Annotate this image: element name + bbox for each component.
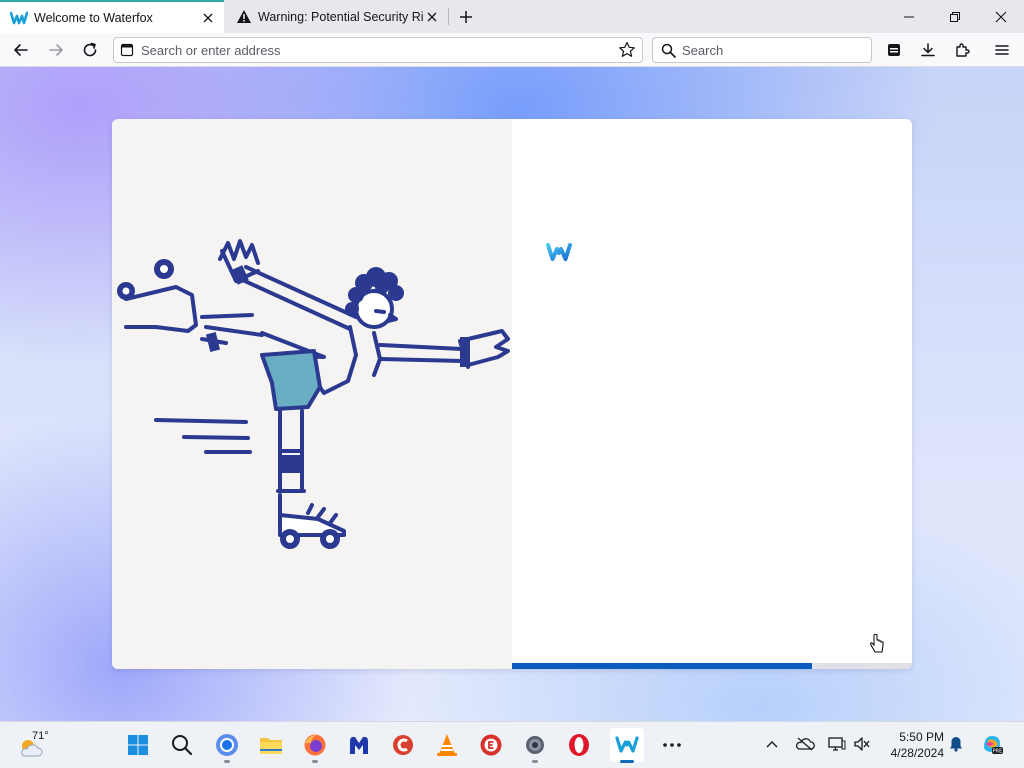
restore-button[interactable] (932, 0, 978, 33)
tab-separator (448, 8, 449, 25)
more-apps-button[interactable] (655, 728, 689, 762)
address-bar[interactable]: Search or enter address (113, 37, 643, 63)
onboarding-progress-bar (512, 663, 912, 669)
firefox-taskbar-button[interactable] (298, 728, 332, 763)
copilot-button[interactable]: PRE (979, 731, 1005, 757)
search-icon (661, 43, 676, 58)
notifications-button[interactable] (946, 734, 966, 754)
weather-widget[interactable]: 71° (18, 730, 58, 762)
welcome-card (112, 119, 912, 669)
close-tab-icon[interactable] (200, 10, 216, 26)
tab-strip: Welcome to Waterfox Warning: Potential S… (0, 0, 1024, 33)
red-app-taskbar-button[interactable] (474, 728, 508, 762)
taskbar-search-button[interactable] (165, 728, 199, 762)
downloads-button[interactable] (915, 37, 941, 63)
vlc-icon (437, 734, 457, 756)
cloud-offline-icon (795, 737, 815, 751)
volume-status[interactable] (852, 734, 872, 754)
speaker-muted-icon (854, 737, 870, 751)
close-tab-icon[interactable] (424, 9, 440, 25)
back-arrow-icon (14, 44, 28, 56)
forward-arrow-icon (49, 44, 63, 56)
navigation-toolbar: Search or enter address Search (0, 33, 1024, 67)
minimize-icon (904, 16, 914, 17)
illustration-panel (112, 119, 512, 669)
back-button[interactable] (8, 37, 34, 63)
waterfox-taskbar-button[interactable] (610, 728, 644, 763)
restore-icon (950, 11, 960, 22)
weather-temperature: 71° (32, 730, 49, 742)
waterfox-logo (546, 241, 572, 266)
download-icon (921, 43, 935, 57)
show-hidden-icons-button[interactable] (762, 734, 782, 754)
start-button[interactable] (121, 728, 155, 762)
waterfox-icon (615, 736, 639, 753)
minimize-button[interactable] (886, 0, 932, 33)
close-window-button[interactable] (978, 0, 1024, 33)
system-clock[interactable]: 5:50 PM 4/28/2024 (882, 729, 944, 761)
extensions-button[interactable] (949, 37, 975, 63)
file-explorer-taskbar-button[interactable] (254, 728, 288, 762)
file-explorer-icon (260, 738, 282, 754)
settings-gear-icon (526, 736, 544, 754)
tab-security-warning[interactable]: Warning: Potential Security Risk Ahead (226, 0, 448, 33)
malwarebytes-taskbar-button[interactable] (342, 728, 376, 762)
vlc-taskbar-button[interactable] (430, 728, 464, 762)
forward-button[interactable] (43, 37, 69, 63)
settings-taskbar-button[interactable] (518, 728, 552, 763)
new-tab-button[interactable] (455, 6, 477, 28)
clock-date: 4/28/2024 (890, 746, 944, 760)
chevron-up-icon (766, 741, 778, 748)
reload-button[interactable] (77, 37, 103, 63)
chrome-taskbar-button[interactable] (210, 728, 244, 763)
pocket-icon (888, 44, 900, 56)
bookmark-star-icon[interactable] (618, 41, 636, 59)
search-icon (172, 735, 193, 756)
windows-taskbar: 71° 5:50 PM 4/28/2024 PRE (0, 721, 1024, 768)
windows-start-icon (128, 735, 148, 755)
search-bar[interactable]: Search (652, 37, 872, 63)
roller-skater-illustration (117, 239, 510, 549)
tab-welcome[interactable]: Welcome to Waterfox (0, 0, 224, 33)
close-icon (995, 11, 1007, 22)
tab-title: Warning: Potential Security Risk Ahead (258, 9, 424, 24)
onedrive-status[interactable] (795, 734, 815, 754)
ccleaner-icon (393, 735, 413, 755)
menu-button[interactable] (989, 37, 1015, 63)
network-monitor-icon (828, 737, 846, 751)
page-content (0, 67, 1024, 721)
page-icon (120, 43, 134, 57)
svg-text:PRE: PRE (993, 749, 1003, 755)
hamburger-menu-icon (995, 45, 1009, 55)
network-status[interactable] (827, 734, 847, 754)
pocket-button[interactable] (881, 37, 907, 63)
puzzle-icon (956, 43, 970, 57)
malwarebytes-icon (350, 736, 368, 754)
plus-icon (460, 11, 472, 23)
bell-icon (950, 737, 962, 752)
copilot-icon: PRE (984, 736, 1003, 755)
opera-icon (569, 734, 589, 756)
app-red-icon (480, 734, 502, 756)
waterfox-icon (10, 11, 28, 24)
reload-icon (83, 42, 97, 57)
search-placeholder: Search (682, 42, 724, 58)
progress-fill (512, 663, 812, 669)
chrome-icon (216, 734, 238, 756)
firefox-icon (304, 734, 326, 756)
more-icon (663, 743, 681, 747)
opera-taskbar-button[interactable] (562, 728, 596, 762)
address-placeholder: Search or enter address (141, 42, 281, 58)
ccleaner-taskbar-button[interactable] (386, 728, 420, 762)
clock-time: 5:50 PM (899, 730, 944, 744)
warning-icon (237, 10, 251, 23)
hand-cursor-icon (869, 633, 885, 658)
tab-title: Welcome to Waterfox (34, 10, 153, 25)
